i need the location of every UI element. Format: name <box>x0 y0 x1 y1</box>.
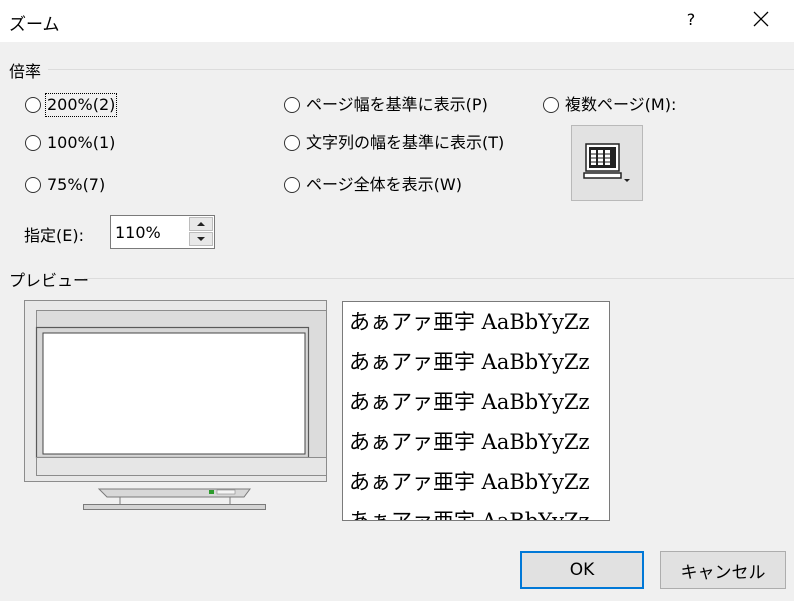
cancel-button[interactable]: キャンセル <box>660 551 786 589</box>
radio-circle[interactable] <box>25 177 41 193</box>
radio-200-label: 200%(2) <box>44 93 118 117</box>
arrow-up-icon <box>197 222 205 226</box>
radio-circle[interactable] <box>284 135 300 151</box>
preview-group-label: プレビュー <box>9 271 90 290</box>
multiple-pages-icon <box>583 143 630 182</box>
radio-circle[interactable] <box>284 97 300 113</box>
close-button[interactable] <box>746 6 776 34</box>
zoom-group-label: 倍率 <box>9 62 42 81</box>
radio-75-label: 75%(7) <box>47 175 106 194</box>
radio-circle[interactable] <box>25 135 41 151</box>
radio-circle[interactable] <box>25 97 41 113</box>
preview-line: あぁアァ亜宇 AaBbYyZz <box>349 470 590 494</box>
radio-text-width[interactable]: 文字列の幅を基準に表示(T) <box>284 133 504 153</box>
radio-text-width-label: 文字列の幅を基準に表示(T) <box>306 133 505 152</box>
radio-multiple-pages-label: 複数ページ(M): <box>565 95 677 114</box>
dialog-title: ズーム <box>9 15 60 35</box>
preview-line: あぁアァ亜宇 AaBbYyZz <box>349 430 590 454</box>
radio-multiple-pages[interactable]: 複数ページ(M): <box>543 95 676 115</box>
zoom-percent-input[interactable] <box>111 216 193 248</box>
zoom-percent-spinner[interactable] <box>110 215 215 249</box>
preview-line: あぁアァ亜宇 AaBbYyZz <box>349 509 590 521</box>
preview-line: あぁアァ亜宇 AaBbYyZz <box>349 390 590 414</box>
zoom-group-divider <box>48 69 794 70</box>
radio-page-width[interactable]: ページ幅を基準に表示(P) <box>284 95 488 115</box>
preview-group-divider <box>84 278 794 279</box>
title-bar: ズーム ? <box>0 0 794 42</box>
radio-200[interactable]: 200%(2) <box>25 93 118 117</box>
spin-down-button[interactable] <box>189 232 213 246</box>
help-button[interactable]: ? <box>678 6 704 34</box>
radio-circle[interactable] <box>543 97 559 113</box>
font-preview-box: あぁアァ亜宇 AaBbYyZz あぁアァ亜宇 AaBbYyZz あぁアァ亜宇 A… <box>342 301 610 521</box>
radio-100-label: 100%(1) <box>47 133 116 152</box>
ok-button[interactable]: OK <box>520 551 644 589</box>
radio-whole-page-label: ページ全体を表示(W) <box>306 175 462 194</box>
multiple-pages-button[interactable] <box>571 125 643 201</box>
monitor-preview <box>24 300 327 510</box>
radio-page-width-label: ページ幅を基準に表示(P) <box>306 95 488 114</box>
radio-75[interactable]: 75%(7) <box>25 175 105 195</box>
arrow-down-icon <box>197 237 205 241</box>
close-icon <box>753 11 769 27</box>
radio-whole-page[interactable]: ページ全体を表示(W) <box>284 175 462 195</box>
radio-100[interactable]: 100%(1) <box>25 133 115 153</box>
preview-line: あぁアァ亜宇 AaBbYyZz <box>349 350 590 374</box>
specify-label: 指定(E): <box>24 226 84 245</box>
spinner-arrows <box>189 217 213 247</box>
spin-up-button[interactable] <box>189 217 213 231</box>
radio-circle[interactable] <box>284 177 300 193</box>
preview-line: あぁアァ亜宇 AaBbYyZz <box>349 310 590 334</box>
